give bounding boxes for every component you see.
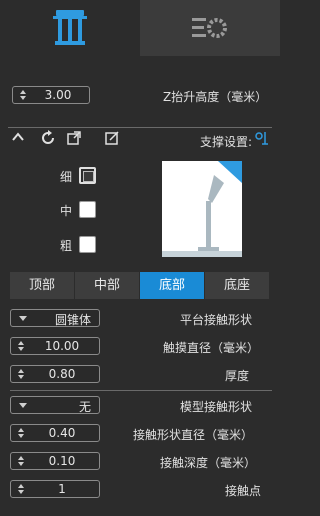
thickness-label: 厚度 (225, 369, 250, 383)
segment-top-tab[interactable]: 顶部 (10, 272, 74, 299)
dropdown-arrow-icon (19, 403, 27, 408)
support-preview (162, 161, 242, 257)
contact-points-label: 接触点 (225, 484, 262, 498)
thickness-stepper[interactable]: 0.80 (10, 365, 100, 383)
support-pillars-icon (53, 10, 87, 45)
thickness-value: 0.80 (48, 367, 76, 381)
export-icon[interactable] (66, 130, 82, 146)
stepper-arrows-icon[interactable] (17, 369, 25, 380)
stepper-arrows-icon[interactable] (17, 428, 25, 439)
dropdown-arrow-icon (19, 316, 27, 321)
contact-shape-diameter-stepper[interactable]: 0.40 (10, 424, 100, 442)
stepper-arrows-icon[interactable] (17, 341, 25, 352)
stepper-arrows-icon[interactable] (17, 456, 25, 467)
contact-points-stepper[interactable]: 1 (10, 480, 100, 498)
lift-height-stepper[interactable]: 3.00 (12, 86, 90, 104)
model-contact-shape-label: 模型接触形状 (180, 400, 253, 414)
contact-shape-diameter-value: 0.40 (48, 426, 76, 440)
platform-shape-value: 圆锥体 (54, 313, 91, 327)
segment-bottom-tab[interactable]: 底部 (140, 272, 204, 299)
contact-diameter-stepper[interactable]: 10.00 (10, 337, 100, 355)
size-fine-checkbox[interactable] (79, 167, 96, 184)
size-medium-checkbox[interactable] (79, 201, 96, 218)
contact-diameter-label: 触摸直径（毫米） (163, 341, 260, 355)
refresh-icon[interactable] (40, 130, 56, 146)
stepper-arrows-icon[interactable] (17, 484, 25, 495)
size-thick-checkbox[interactable] (79, 236, 96, 253)
collapse-chevron-icon[interactable] (11, 131, 25, 143)
segment-middle-tab[interactable]: 中部 (75, 272, 139, 299)
platform-shape-label: 平台接触形状 (180, 313, 253, 327)
gear-list-icon (192, 18, 227, 38)
contact-depth-label: 接触深度（毫米） (160, 456, 257, 470)
support-settings-label: 支撑设置: (200, 135, 253, 149)
size-fine-label: 细 (60, 170, 73, 184)
support-settings-icon (255, 132, 268, 145)
edit-icon[interactable] (104, 130, 120, 146)
lift-height-value: 3.00 (44, 88, 72, 102)
size-thick-label: 粗 (60, 239, 73, 253)
contact-depth-value: 0.10 (48, 454, 76, 468)
contact-shape-diameter-label: 接触形状直径（毫米） (133, 428, 254, 442)
model-contact-shape-value: 无 (78, 400, 91, 414)
segment-base-tab[interactable]: 底座 (205, 272, 269, 299)
lift-height-label: Z抬升高度（毫米） (163, 90, 268, 104)
contact-points-value: 1 (58, 482, 66, 496)
tab-support[interactable] (0, 0, 140, 56)
support-preview-illustration (162, 161, 242, 257)
size-medium-label: 中 (60, 204, 73, 218)
contact-depth-stepper[interactable]: 0.10 (10, 452, 100, 470)
platform-shape-select[interactable]: 圆锥体 (10, 309, 100, 327)
tab-settings[interactable] (140, 0, 280, 56)
model-contact-shape-select[interactable]: 无 (10, 396, 100, 414)
stepper-arrows-icon[interactable] (19, 90, 27, 101)
contact-diameter-value: 10.00 (44, 339, 80, 353)
